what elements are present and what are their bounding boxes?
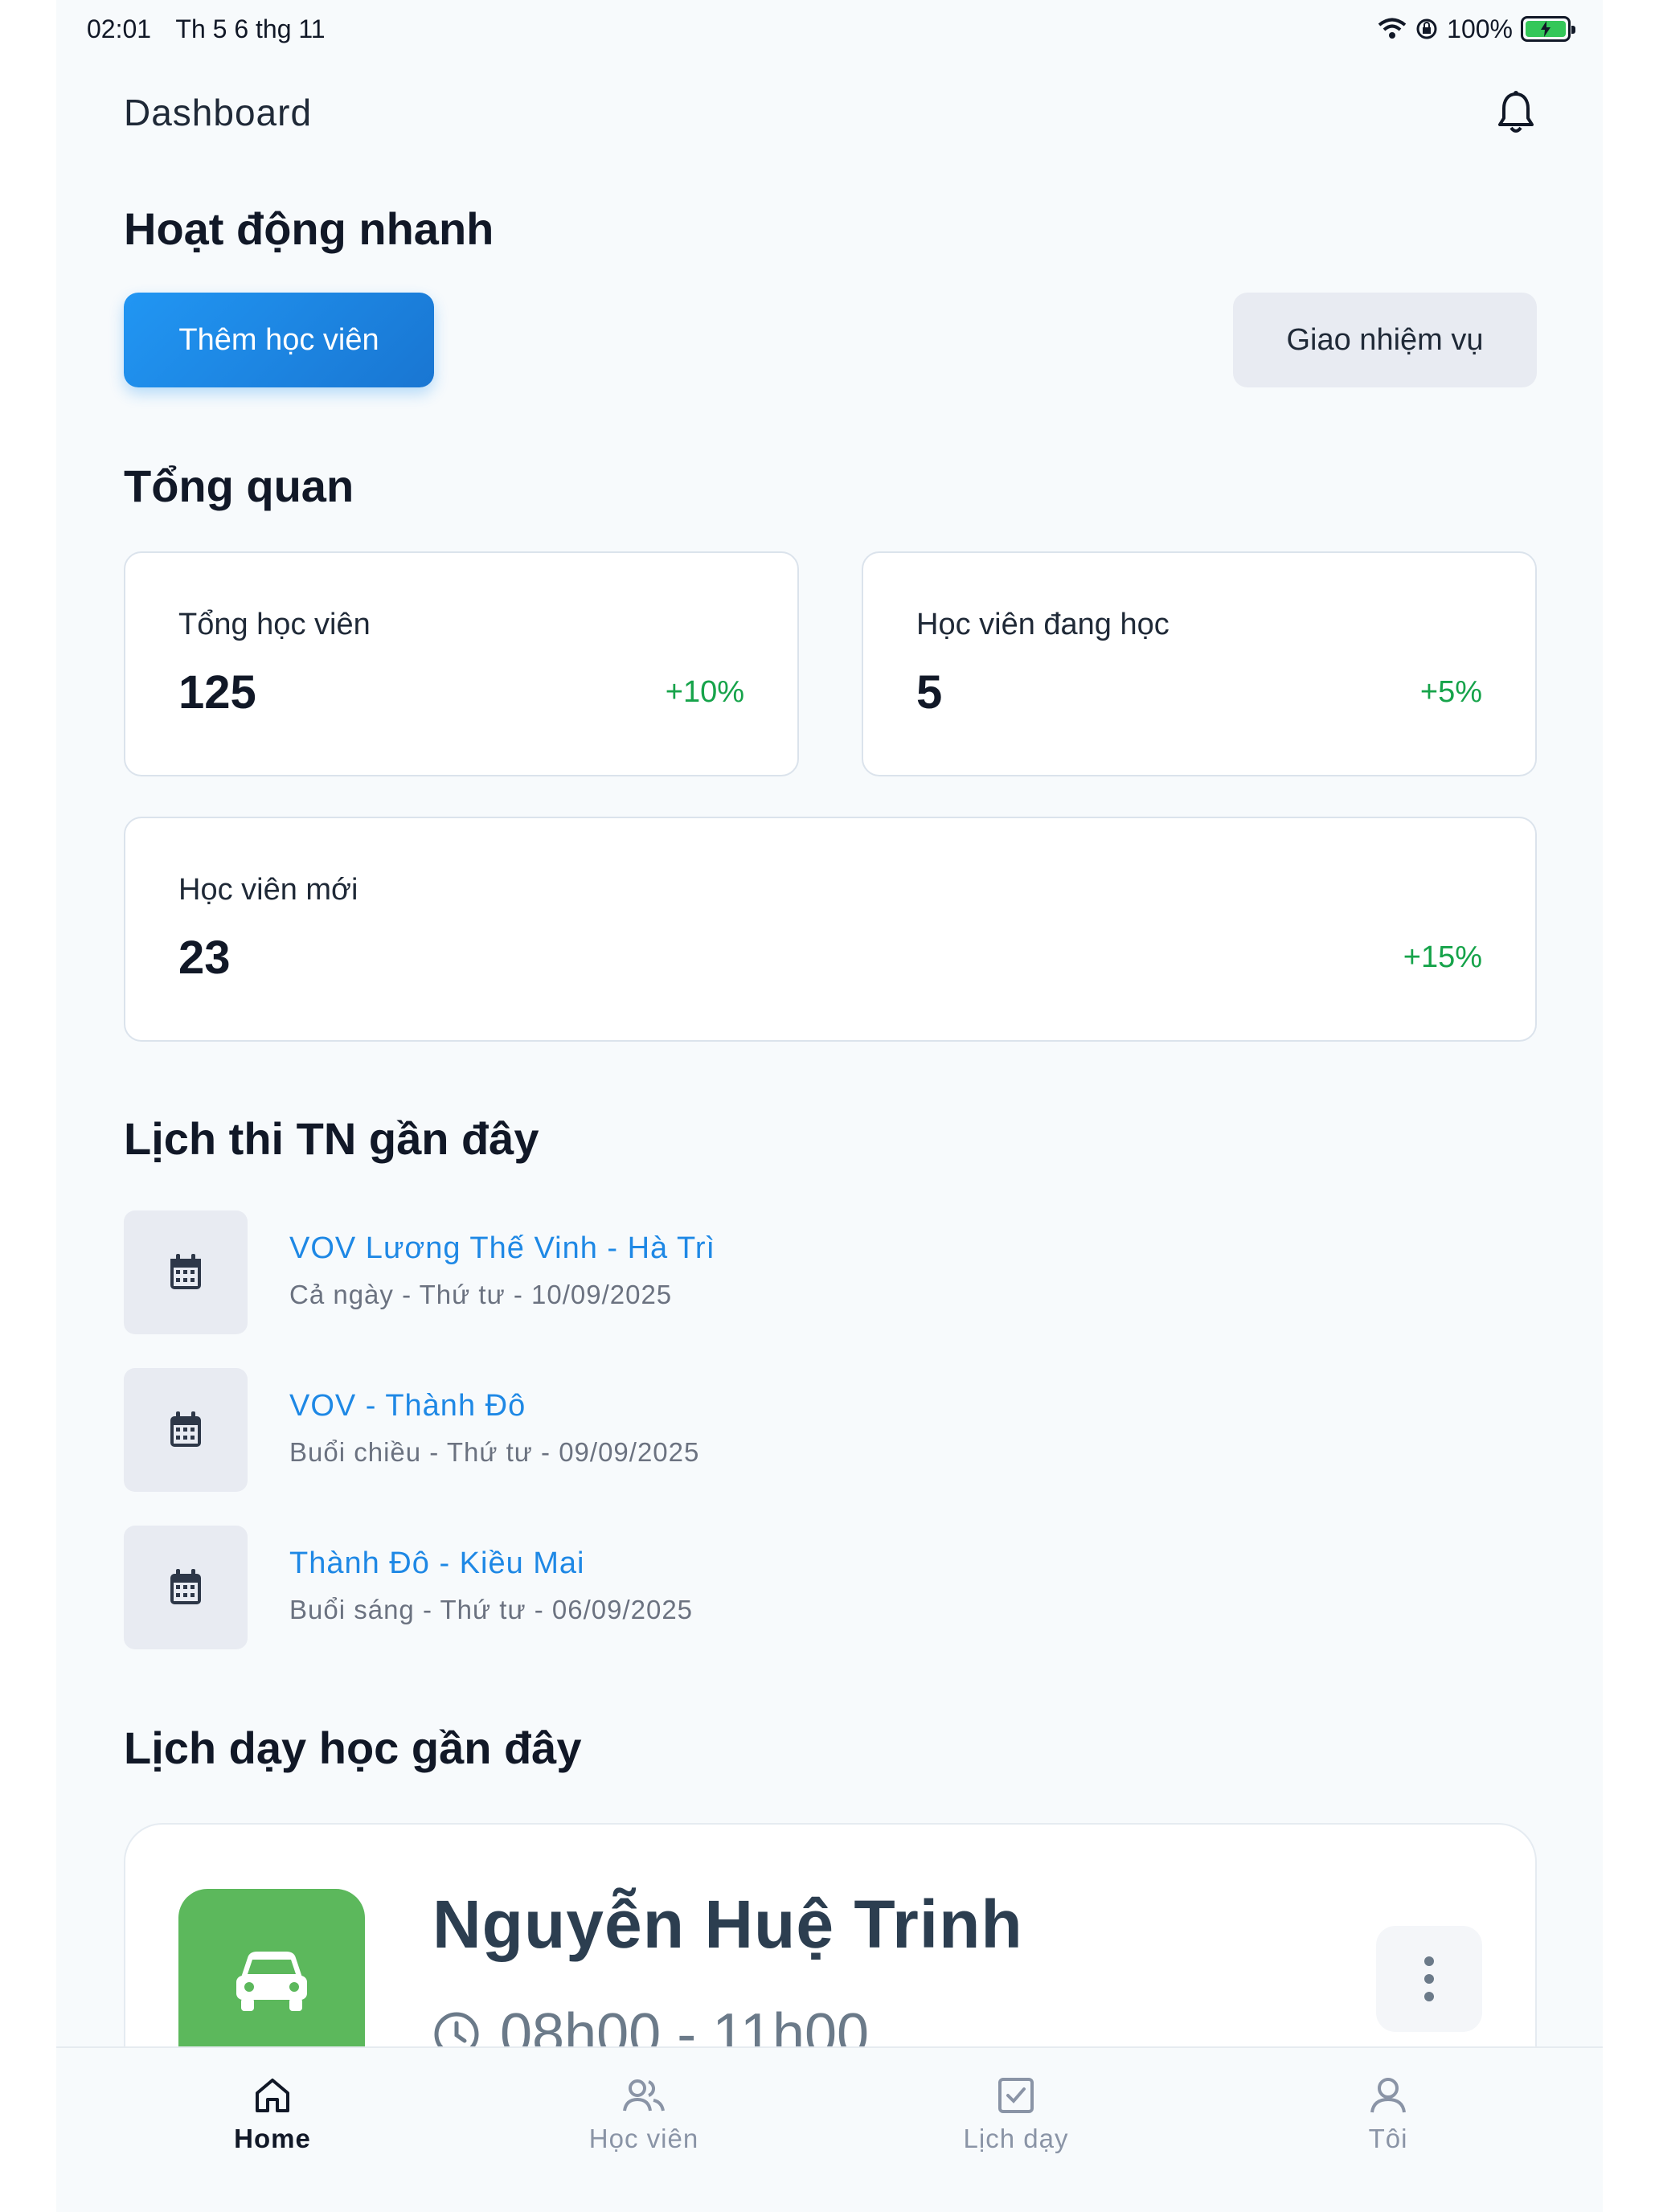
stat-value: 23 — [178, 932, 231, 984]
exams-title: Lịch thi TN gần đây — [124, 1113, 539, 1164]
user-icon — [1370, 2078, 1406, 2113]
calendar-icon — [124, 1526, 248, 1649]
calendar-icon — [124, 1210, 248, 1334]
exam-item[interactable]: VOV Lương Thế Vinh - Hà Trì Cả ngày - Th… — [124, 1210, 1490, 1334]
status-bar: 02:01 Th 5 6 thg 11 100% — [56, 0, 1603, 58]
tab-home[interactable]: Home — [176, 2075, 369, 2154]
stat-label: Tổng học viên — [178, 608, 371, 641]
exam-title: Thành Đô - Kiều Mai — [289, 1546, 585, 1580]
page-title: Dashboard — [124, 92, 313, 133]
wifi-icon — [1378, 18, 1407, 39]
battery-percent: 100% — [1447, 14, 1513, 43]
exam-subtitle: Buổi sáng - Thứ tư - 06/09/2025 — [289, 1595, 694, 1624]
stat-delta: +10% — [665, 675, 744, 709]
stat-value: 125 — [178, 666, 256, 719]
stat-card-total-students[interactable]: Tổng học viên 125 +10% — [124, 551, 799, 776]
bell-icon[interactable] — [1497, 91, 1535, 134]
more-options-button[interactable] — [1376, 1926, 1482, 2032]
status-time: 02:01 — [87, 14, 152, 43]
exam-item[interactable]: VOV - Thành Đô Buổi chiều - Thứ tư - 09/… — [124, 1368, 1490, 1492]
tab-label: Lịch dạy — [963, 2124, 1069, 2153]
home-icon — [256, 2079, 289, 2112]
stat-value: 5 — [916, 666, 943, 719]
stat-card-active-students[interactable]: Học viên đang học 5 +5% — [862, 551, 1537, 776]
tab-teaching-schedule[interactable]: Lịch dạy — [920, 2075, 1112, 2154]
calendar-check-icon — [998, 2078, 1034, 2113]
tab-students[interactable]: Học viên — [547, 2075, 740, 2154]
teaching-title: Lịch dạy học gần đây — [124, 1722, 582, 1773]
calendar-icon — [124, 1368, 248, 1492]
tab-label: Tôi — [1368, 2124, 1408, 2153]
more-vertical-icon — [1424, 1956, 1434, 2001]
top-app-bar: Dashboard — [56, 72, 1603, 153]
stat-delta: +5% — [1419, 675, 1482, 709]
stat-label: Học viên mới — [178, 873, 358, 907]
bottom-tab-bar: Home Học viên Lịch dạy Tôi — [56, 2046, 1603, 2212]
exam-subtitle: Cả ngày - Thứ tư - 10/09/2025 — [289, 1280, 673, 1309]
app-screen: 02:01 Th 5 6 thg 11 100% Dashboard Hoạt … — [56, 0, 1603, 2212]
battery-icon — [1521, 16, 1575, 42]
exam-item[interactable]: Thành Đô - Kiều Mai Buổi sáng - Thứ tư -… — [124, 1526, 1490, 1649]
stat-delta: +15% — [1403, 940, 1482, 974]
stat-label: Học viên đang học — [916, 608, 1169, 641]
add-student-button[interactable]: Thêm học viên — [124, 293, 434, 387]
exam-subtitle: Buổi chiều - Thứ tư - 09/09/2025 — [289, 1437, 700, 1467]
exam-title: VOV Lương Thế Vinh - Hà Trì — [289, 1231, 716, 1265]
status-date: Th 5 6 thg 11 — [175, 14, 326, 43]
stat-card-new-students[interactable]: Học viên mới 23 +15% — [124, 817, 1537, 1042]
tab-label: Học viên — [588, 2124, 699, 2153]
tab-label: Home — [234, 2124, 311, 2153]
quick-actions-title: Hoạt động nhanh — [124, 203, 494, 254]
overview-title: Tổng quan — [124, 461, 354, 511]
teacher-name: Nguyễn Huệ Trinh — [432, 1886, 1023, 1962]
orientation-lock-icon — [1416, 18, 1437, 39]
tab-profile[interactable]: Tôi — [1292, 2075, 1485, 2154]
users-icon — [623, 2079, 665, 2112]
assign-task-button[interactable]: Giao nhiệm vụ — [1233, 293, 1537, 387]
exam-title: VOV - Thành Đô — [289, 1389, 526, 1423]
